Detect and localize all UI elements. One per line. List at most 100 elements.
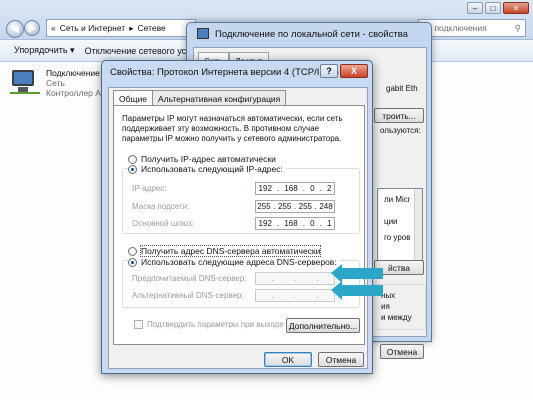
ip-auto-radio[interactable]: Получить IP-адрес автоматически (128, 154, 276, 164)
forward-button[interactable]: ▶ (24, 20, 40, 36)
dns-dot: . (271, 274, 274, 283)
ip-auto-label: Получить IP-адрес автоматически (141, 154, 276, 164)
ip-octet: 2 (326, 184, 332, 193)
breadcrumb-separator: ▸ (129, 22, 134, 33)
radio-selected-icon (128, 164, 137, 174)
disable-device-button[interactable]: Отключение сетевого уст (85, 46, 191, 56)
ip-octet: 192 (258, 184, 272, 193)
description-fragment: ия (381, 302, 390, 311)
radio-selected-icon (128, 257, 137, 267)
component-item[interactable]: ли Micr (384, 195, 410, 204)
breadcrumb-network-connections[interactable]: Сетеве (137, 23, 165, 33)
radio-icon (128, 154, 137, 164)
maximize-button[interactable]: □ (485, 2, 501, 14)
ok-button-label: OK (281, 354, 295, 365)
connection-network: Сеть (46, 78, 65, 88)
description-text: Параметры IP могут назначаться автоматич… (122, 114, 343, 143)
ipv4-properties-dialog: Свойства: Протокол Интернета версии 4 (T… (101, 60, 373, 374)
preferred-dns-field[interactable]: . . . (255, 272, 335, 285)
components-list[interactable]: ли Micr ции го уров (377, 188, 423, 268)
validate-on-exit-label: Подтвердить параметры при выходе (147, 320, 284, 329)
ok-button[interactable]: OK (264, 352, 312, 367)
dns-dot: . (293, 291, 297, 300)
ip-address-field[interactable]: 192. 168. 0. 2 (255, 182, 335, 195)
arrow-indicator-alternate-dns (331, 281, 383, 300)
gateway-octet: 168 (284, 219, 298, 228)
advanced-button[interactable]: Дополнительно... (286, 318, 360, 333)
gateway-octet: 0 (310, 219, 315, 228)
close-dialog-button[interactable]: X (340, 64, 368, 78)
network-adapter-icon (8, 68, 42, 96)
ipv4-dialog-title: Свойства: Протокол Интернета версии 4 (T… (110, 67, 339, 78)
description-fragment: ных (381, 291, 396, 300)
validate-on-exit-checkbox[interactable]: Подтвердить параметры при выходе (134, 320, 284, 329)
general-tab-panel: Параметры IP могут назначаться автоматич… (113, 105, 365, 345)
subnet-octet: 255 (257, 202, 271, 211)
ip-octet: 0 (310, 184, 315, 193)
minimize-button[interactable]: – (467, 2, 483, 14)
properties-button-label: йства (387, 262, 411, 273)
connection-adapter: Контроллер A (46, 88, 101, 98)
cancel-button[interactable]: Отмена (318, 352, 364, 367)
back-arrow-icon: ◀ (11, 23, 19, 35)
uses-components-label: ользуются: (380, 126, 421, 135)
subnet-mask-field[interactable]: 255. 255. 255. 248 (255, 200, 335, 213)
advanced-button-label: Дополнительно... (288, 320, 358, 331)
gateway-field[interactable]: 192. 168. 0. 1 (255, 217, 335, 230)
gateway-label: Основной шлюз: (132, 219, 194, 228)
dns-auto-radio[interactable]: Получить адрес DNS-сервера автоматически (128, 245, 322, 257)
adapter-name-fragment: gabit Eth (386, 84, 418, 93)
ip-manual-radio[interactable]: Использовать следующий IP-адрес: (128, 164, 286, 174)
subnet-octet: 255 (277, 202, 292, 211)
forward-arrow-icon: ▶ (28, 22, 36, 34)
breadcrumb-network-internet[interactable]: Сеть и Интернет (60, 23, 125, 33)
component-item[interactable]: го уров (384, 233, 410, 242)
props-cancel-label: Отмена (386, 346, 418, 357)
gateway-octet: 192 (258, 219, 272, 228)
arrow-indicator-preferred-dns (331, 264, 383, 283)
address-bar[interactable]: « Сеть и Интернет ▸ Сетеве (46, 19, 196, 37)
components-scrollbar[interactable] (414, 189, 422, 267)
close-button[interactable]: ✕ (503, 2, 529, 14)
search-placeholder: ... подключения (425, 23, 487, 33)
props-cancel-button[interactable]: Отмена (380, 344, 424, 359)
cancel-button-label: Отмена (325, 354, 357, 365)
dns-dot: . (316, 274, 319, 283)
subnet-octet: 255 (298, 202, 312, 211)
close-icon: X (350, 66, 357, 76)
search-icon: ⚲ (514, 22, 521, 33)
ip-address-label: IP-адрес: (132, 184, 167, 193)
help-button[interactable]: ? (320, 64, 338, 78)
dns-dot: . (316, 291, 319, 300)
network-icon (197, 28, 209, 39)
preferred-dns-label: Предпочитаемый DNS-сервер: (132, 274, 247, 283)
gateway-octet: 1 (326, 219, 332, 228)
component-item[interactable]: ции (384, 217, 398, 226)
organize-button[interactable]: Упорядочить ▾ (14, 45, 75, 56)
back-button[interactable]: ◀ (6, 20, 24, 38)
configure-button-label: троить... (382, 110, 416, 121)
dns-dot: . (271, 291, 274, 300)
subnet-octet: 248 (319, 202, 333, 211)
radio-icon (128, 246, 137, 256)
checkbox-icon (134, 320, 143, 329)
props-dialog-title: Подключение по локальной сети - свойства (215, 29, 408, 40)
connection-name: Подключение (46, 68, 100, 78)
alternate-dns-label: Альтернативный DNS-сервер: (132, 291, 244, 300)
ip-manual-label: Использовать следующий IP-адрес: (141, 164, 283, 174)
alternate-dns-field[interactable]: . . . (255, 289, 335, 302)
breadcrumb-overflow[interactable]: « (51, 23, 56, 33)
subnet-label: Маска подсети: (132, 202, 190, 211)
dns-auto-label: Получить адрес DNS-сервера автоматически (139, 245, 322, 257)
window-controls: – □ ✕ (467, 2, 529, 14)
ipv4-dialog-body: Общие Альтернативная конфигурация Параме… (108, 87, 368, 369)
search-input[interactable]: ... подключения ⚲ (418, 19, 526, 37)
help-icon: ? (326, 66, 332, 76)
connection-item[interactable]: Подключение Сеть Контроллер A (8, 66, 103, 102)
dns-manual-label: Использовать следующие адреса DNS-сервер… (141, 257, 337, 267)
dns-manual-radio[interactable]: Использовать следующие адреса DNS-сервер… (128, 257, 340, 267)
dns-dot: . (293, 274, 297, 283)
description-fragment: и между (381, 313, 412, 322)
configure-button[interactable]: троить... (374, 108, 424, 123)
ip-octet: 168 (284, 184, 298, 193)
